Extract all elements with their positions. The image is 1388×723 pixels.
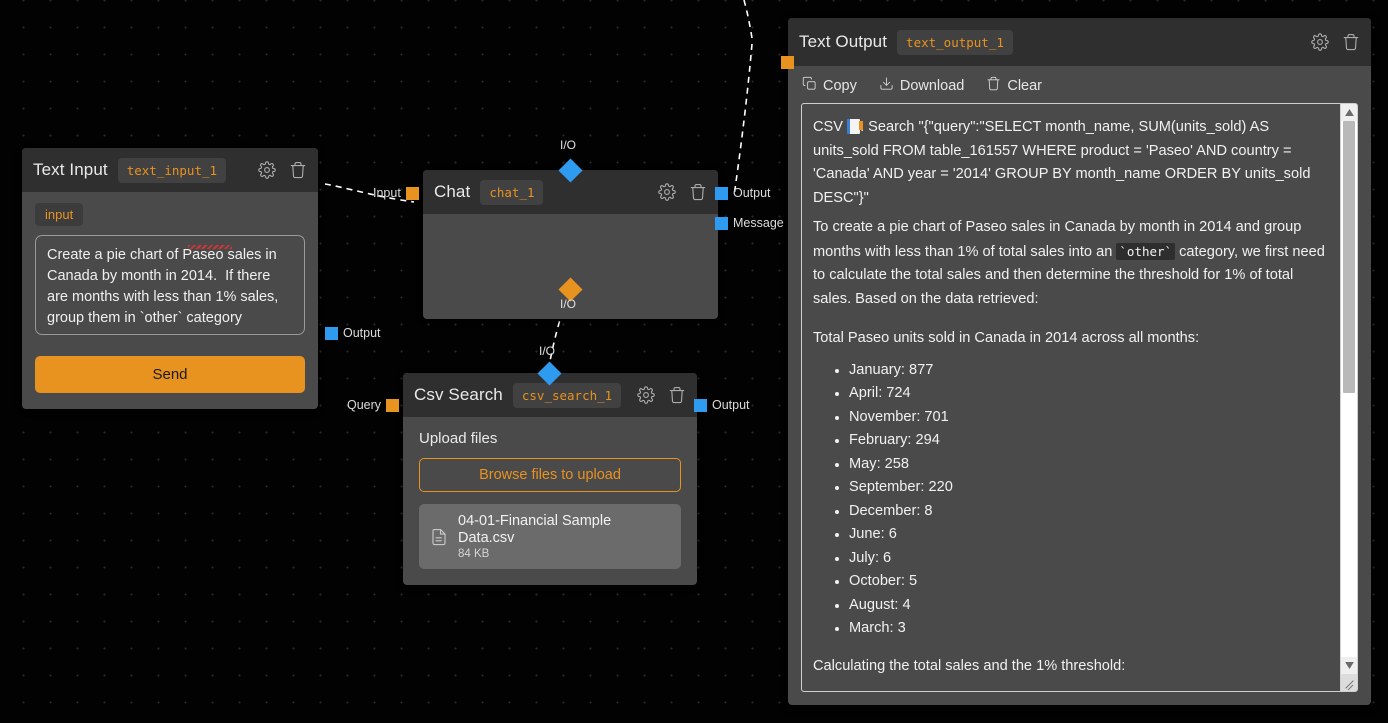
file-icon <box>430 528 448 546</box>
port-label: Input <box>373 186 401 200</box>
output-paragraph-1: To create a pie chart of Paseo sales in … <box>813 216 1326 311</box>
port-chat-message[interactable]: Message <box>715 216 784 230</box>
node-text-input[interactable]: Text Input text_input_1 input Send Outpu… <box>22 148 381 409</box>
port-chat-output[interactable]: Output <box>715 186 771 200</box>
port-square-icon[interactable] <box>405 186 419 200</box>
copy-button[interactable]: Copy <box>802 76 857 95</box>
output-text-content: CSV : Search "{"query":"SELECT month_nam… <box>802 104 1340 691</box>
list-item: April: 724 <box>849 382 1326 406</box>
file-name: 04-01-Financial Sample Data.csv <box>458 513 612 546</box>
gear-icon[interactable] <box>258 161 276 179</box>
node-header: Text Output text_output_1 <box>788 18 1371 66</box>
trash-icon[interactable] <box>689 183 707 201</box>
port-label-io-csv: I/O <box>539 344 556 358</box>
node-header: Text Input text_input_1 <box>22 148 318 192</box>
port-label-io-bottom: I/O <box>560 297 577 311</box>
port-square-icon[interactable] <box>694 398 707 412</box>
output-paragraph-3: Calculating the total sales and the 1% t… <box>813 657 1126 674</box>
copy-label: Copy <box>823 77 857 94</box>
port-label: Message <box>733 216 784 230</box>
list-item: January: 877 <box>849 359 1326 383</box>
edge-into-textoutput-a <box>743 0 753 39</box>
node-title: Chat <box>434 182 471 201</box>
list-item: September: 220 <box>849 476 1326 500</box>
download-button[interactable]: Download <box>879 76 965 95</box>
edge-chat-output-to-textoutput <box>733 43 753 197</box>
node-text-output[interactable]: Text Output text_output_1 Copy Download … <box>781 18 1371 705</box>
port-label-io-top: I/O <box>560 138 577 152</box>
list-item: August: 4 <box>849 594 1326 618</box>
list-item: June: 6 <box>849 523 1326 547</box>
resize-grip-handle[interactable] <box>1341 674 1357 691</box>
clear-button[interactable]: Clear <box>986 76 1042 95</box>
list-item: October: 5 <box>849 570 1326 594</box>
output-csv-line: CSV : Search "{"query":"SELECT month_nam… <box>813 116 1326 210</box>
gear-icon[interactable] <box>1311 33 1329 51</box>
list-item: July: 6 <box>849 547 1326 571</box>
download-icon <box>879 76 894 95</box>
node-title: Text Input <box>33 160 108 179</box>
port-square-icon[interactable] <box>715 186 728 200</box>
download-label: Download <box>899 77 965 94</box>
list-item: May: 258 <box>849 453 1326 477</box>
scroll-up-arrow-icon[interactable] <box>1341 104 1357 121</box>
port-csv-output[interactable]: Output <box>694 398 750 412</box>
uploaded-file-chip[interactable]: 04-01-Financial Sample Data.csv 84 KB <box>419 504 681 569</box>
output-toolbar: Copy Download Clear <box>788 66 1371 103</box>
spellcheck-underline <box>188 245 232 249</box>
csv-file-icon <box>847 119 864 134</box>
list-item: December: 8 <box>849 500 1326 524</box>
list-item: March: 3 <box>849 617 1326 641</box>
node-csv-search[interactable]: Csv Search csv_search_1 Upload files Bro… <box>347 344 750 585</box>
output-scrollbar[interactable] <box>1340 104 1357 691</box>
inline-code-other: `other` <box>1116 242 1176 260</box>
scrollbar-thumb[interactable] <box>1343 121 1355 393</box>
node-title: Csv Search <box>414 385 503 404</box>
send-button[interactable]: Send <box>35 356 305 393</box>
port-square-icon[interactable] <box>715 216 728 230</box>
file-size: 84 KB <box>458 548 490 560</box>
port-label: Output <box>343 326 381 340</box>
trash-icon[interactable] <box>1342 33 1360 51</box>
node-id-badge: text_output_1 <box>897 29 1013 55</box>
node-id-badge: text_input_1 <box>117 157 227 183</box>
port-chat-input[interactable]: Input <box>373 186 419 200</box>
port-square-icon[interactable] <box>386 398 400 412</box>
csv-query-text: : Search "{"query":"SELECT month_name, S… <box>813 119 1311 206</box>
clear-label: Clear <box>1007 77 1043 94</box>
port-square-icon[interactable] <box>325 326 338 340</box>
month-sales-list: January: 877 April: 724 November: 701 Fe… <box>813 359 1326 641</box>
csv-prefix-label: CSV <box>813 119 844 135</box>
port-csv-query[interactable]: Query <box>347 398 400 412</box>
output-text-frame[interactable]: CSV : Search "{"query":"SELECT month_nam… <box>801 103 1358 692</box>
scroll-down-arrow-icon[interactable] <box>1341 657 1357 674</box>
gear-icon[interactable] <box>637 386 655 404</box>
node-title: Text Output <box>799 32 888 51</box>
node-chat[interactable]: Chat chat_1 Input Output Message I/O I/O <box>373 138 784 319</box>
port-label: Query <box>347 398 382 412</box>
node-id-badge: csv_search_1 <box>512 382 622 408</box>
field-tag-input: input <box>35 203 84 226</box>
copy-icon <box>802 76 817 95</box>
browse-files-button[interactable]: Browse files to upload <box>419 458 681 492</box>
port-text-output-input[interactable] <box>781 56 794 69</box>
port-label: Output <box>712 398 750 412</box>
node-id-badge: chat_1 <box>480 179 544 205</box>
output-paragraph-2: Total Paseo units sold in Canada in 2014… <box>813 330 1200 346</box>
upload-files-label: Upload files <box>419 430 498 447</box>
list-item: February: 294 <box>849 429 1326 453</box>
node-body: input Send <box>22 192 318 409</box>
trash-icon <box>986 76 1001 95</box>
gear-icon[interactable] <box>658 183 676 201</box>
trash-icon[interactable] <box>668 386 686 404</box>
scrollbar-track[interactable] <box>1341 121 1357 657</box>
trash-icon[interactable] <box>289 161 307 179</box>
text-input-textarea[interactable] <box>35 235 305 335</box>
list-item: November: 701 <box>849 406 1326 430</box>
flow-canvas[interactable]: Text Input text_input_1 input Send Outpu… <box>0 0 1388 723</box>
port-text-input-output[interactable]: Output <box>325 326 381 340</box>
port-label: Output <box>733 186 771 200</box>
node-body: Upload files Browse files to upload 04-0… <box>403 417 697 585</box>
